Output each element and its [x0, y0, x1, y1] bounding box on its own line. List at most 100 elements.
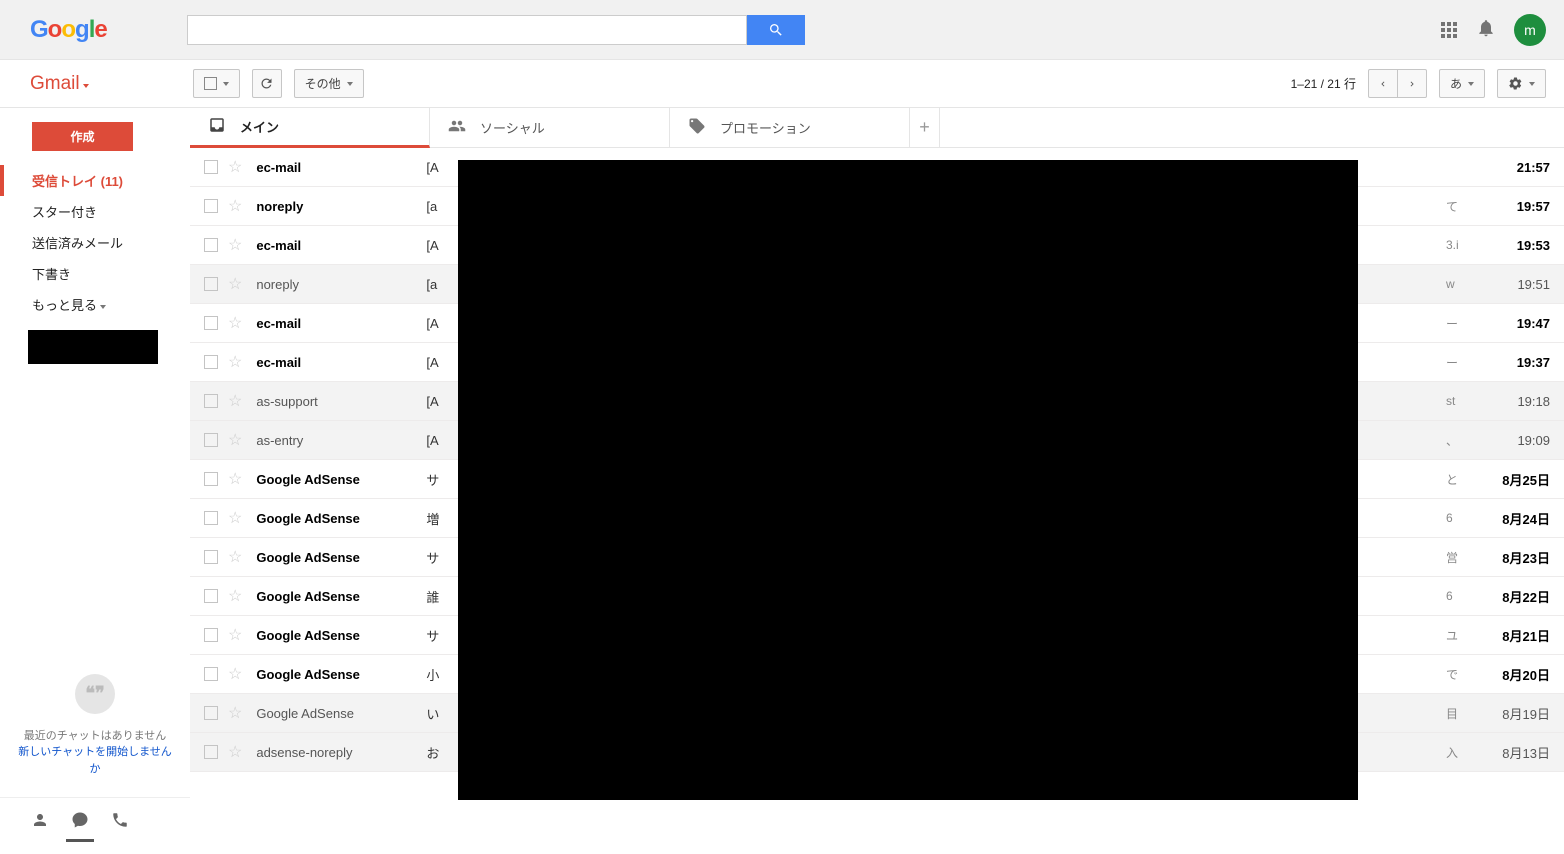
- mail-row[interactable]: ☆Google AdSense小で8月20日: [190, 655, 1564, 694]
- subject: サ: [426, 548, 1446, 567]
- star-icon[interactable]: ☆: [228, 586, 242, 606]
- sender: noreply: [256, 277, 426, 292]
- star-icon[interactable]: ☆: [228, 313, 242, 333]
- row-checkbox[interactable]: [204, 277, 218, 291]
- settings-button[interactable]: [1497, 69, 1546, 98]
- row-checkbox[interactable]: [204, 706, 218, 720]
- subject-tail: て: [1446, 198, 1486, 215]
- mail-row[interactable]: ☆as-support[Ast19:18: [190, 382, 1564, 421]
- star-icon[interactable]: ☆: [228, 664, 242, 684]
- row-checkbox[interactable]: [204, 472, 218, 486]
- mail-row[interactable]: ☆Google AdSenseい目8月19日: [190, 694, 1564, 733]
- star-icon[interactable]: ☆: [228, 430, 242, 450]
- subject: [A: [426, 433, 1446, 448]
- tab-inbox[interactable]: メイン: [190, 108, 430, 148]
- sidebar-redacted-block: [28, 330, 158, 364]
- select-all-button[interactable]: [193, 69, 240, 98]
- sender: Google AdSense: [256, 550, 426, 565]
- sidebar-item-0[interactable]: 受信トレイ (11): [0, 165, 190, 196]
- sender: Google AdSense: [256, 472, 426, 487]
- more-button[interactable]: その他: [294, 69, 364, 98]
- contacts-icon[interactable]: [30, 810, 50, 830]
- prev-page-button[interactable]: [1368, 69, 1398, 98]
- add-tab-button[interactable]: +: [910, 108, 940, 147]
- hangouts-tab-icon[interactable]: [70, 810, 90, 830]
- time: 19:37: [1486, 355, 1550, 370]
- hangouts-empty-text: 最近のチャットはありません: [24, 730, 167, 742]
- time: 19:51: [1486, 277, 1550, 292]
- row-checkbox[interactable]: [204, 628, 218, 642]
- search-button[interactable]: [747, 15, 805, 45]
- row-checkbox[interactable]: [204, 589, 218, 603]
- mail-row[interactable]: ☆noreply[aて19:57: [190, 187, 1564, 226]
- sender: Google AdSense: [256, 511, 426, 526]
- star-icon[interactable]: ☆: [228, 352, 242, 372]
- mail-row[interactable]: ☆Google AdSenseサユ8月21日: [190, 616, 1564, 655]
- tab-tag[interactable]: プロモーション: [670, 108, 910, 147]
- search-input[interactable]: [187, 15, 747, 45]
- mail-row[interactable]: ☆adsense-noreplyお入8月13日: [190, 733, 1564, 772]
- row-checkbox[interactable]: [204, 550, 218, 564]
- refresh-button[interactable]: [252, 69, 282, 98]
- star-icon[interactable]: ☆: [228, 625, 242, 645]
- mail-row[interactable]: ☆ec-mail[Aー19:37: [190, 343, 1564, 382]
- star-icon[interactable]: ☆: [228, 508, 242, 528]
- hangouts-start-link[interactable]: 新しいチャットを開始しませんか: [18, 746, 172, 775]
- gmail-brand[interactable]: Gmail: [30, 73, 89, 95]
- subject: サ: [426, 626, 1446, 645]
- subject: [A: [426, 238, 1446, 253]
- compose-button[interactable]: 作成: [32, 122, 133, 151]
- row-checkbox[interactable]: [204, 199, 218, 213]
- notifications-icon[interactable]: [1476, 18, 1496, 41]
- avatar[interactable]: m: [1514, 14, 1546, 46]
- sender: Google AdSense: [256, 589, 426, 604]
- row-checkbox[interactable]: [204, 433, 218, 447]
- subject-tail: 目: [1446, 705, 1486, 722]
- row-checkbox[interactable]: [204, 316, 218, 330]
- star-icon[interactable]: ☆: [228, 391, 242, 411]
- sidebar-item-3[interactable]: 下書き: [4, 258, 190, 289]
- mail-row[interactable]: ☆as-entry[A、19:09: [190, 421, 1564, 460]
- sidebar-item-4[interactable]: もっと見る: [4, 289, 190, 320]
- row-checkbox[interactable]: [204, 355, 218, 369]
- star-icon[interactable]: ☆: [228, 742, 242, 762]
- row-checkbox[interactable]: [204, 394, 218, 408]
- mail-row[interactable]: ☆Google AdSenseサと8月25日: [190, 460, 1564, 499]
- row-checkbox[interactable]: [204, 511, 218, 525]
- row-checkbox[interactable]: [204, 667, 218, 681]
- star-icon[interactable]: ☆: [228, 196, 242, 216]
- row-checkbox[interactable]: [204, 160, 218, 174]
- mail-row[interactable]: ☆ec-mail[A3.i19:53: [190, 226, 1564, 265]
- star-icon[interactable]: ☆: [228, 703, 242, 723]
- mail-row[interactable]: ☆Google AdSenseサ営8月23日: [190, 538, 1564, 577]
- mail-row[interactable]: ☆ec-mail[A21:57: [190, 148, 1564, 187]
- subject-tail: 、: [1446, 432, 1486, 449]
- sidebar-item-2[interactable]: 送信済みメール: [4, 227, 190, 258]
- sender: ec-mail: [256, 355, 426, 370]
- mail-row[interactable]: ☆ec-mail[Aー19:47: [190, 304, 1564, 343]
- tab-people[interactable]: ソーシャル: [430, 108, 670, 147]
- time: 8月25日: [1486, 470, 1550, 489]
- google-logo[interactable]: Google: [30, 16, 107, 44]
- header-right: m: [1440, 14, 1546, 46]
- star-icon[interactable]: ☆: [228, 274, 242, 294]
- sender: adsense-noreply: [256, 745, 426, 760]
- tag-icon: [688, 117, 706, 138]
- subject-tail: st: [1446, 394, 1486, 408]
- sidebar-item-1[interactable]: スター付き: [4, 196, 190, 227]
- star-icon[interactable]: ☆: [228, 235, 242, 255]
- sender: ec-mail: [256, 316, 426, 331]
- mail-row[interactable]: ☆noreply[aw19:51: [190, 265, 1564, 304]
- star-icon[interactable]: ☆: [228, 547, 242, 567]
- phone-icon[interactable]: [110, 810, 130, 830]
- mail-row[interactable]: ☆Google AdSense増68月24日: [190, 499, 1564, 538]
- mail-row[interactable]: ☆Google AdSense誰68月22日: [190, 577, 1564, 616]
- star-icon[interactable]: ☆: [228, 157, 242, 177]
- hangouts-panel: ❝❞ 最近のチャットはありません 新しいチャットを開始しませんか: [0, 654, 190, 798]
- input-mode-button[interactable]: あ: [1439, 69, 1485, 98]
- row-checkbox[interactable]: [204, 238, 218, 252]
- next-page-button[interactable]: [1397, 69, 1427, 98]
- row-checkbox[interactable]: [204, 745, 218, 759]
- apps-icon[interactable]: [1440, 21, 1458, 39]
- star-icon[interactable]: ☆: [228, 469, 242, 489]
